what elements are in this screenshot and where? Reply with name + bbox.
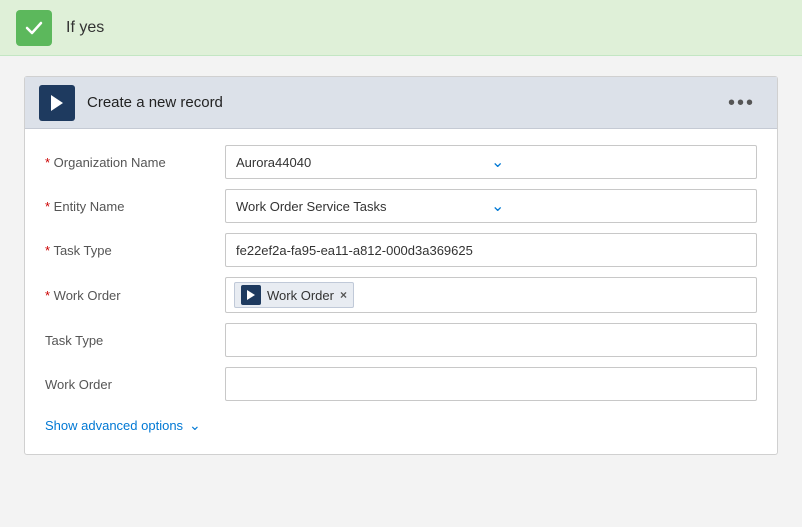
card-header: Create a new record ••• <box>25 77 777 129</box>
organization-name-chevron-icon: ⌄ <box>491 152 746 172</box>
card-action-icon <box>39 85 75 121</box>
task-type-optional-field <box>225 323 757 357</box>
entity-name-value: Work Order Service Tasks <box>236 199 491 214</box>
more-options-button[interactable]: ••• <box>720 89 763 117</box>
task-type-input-container <box>225 233 757 267</box>
entity-name-label: Entity Name <box>45 199 225 214</box>
work-order-optional-label: Work Order <box>45 377 225 392</box>
card: Create a new record ••• Organization Nam… <box>24 76 778 455</box>
work-order-tag-container[interactable]: Work Order × <box>225 277 757 313</box>
task-type-optional-label: Task Type <box>45 333 225 348</box>
organization-name-row: Organization Name Aurora44040 ⌄ <box>45 145 757 179</box>
work-order-tag-close-icon[interactable]: × <box>340 288 347 302</box>
work-order-optional-input[interactable] <box>225 367 757 401</box>
entity-name-field: Work Order Service Tasks ⌄ <box>225 189 757 223</box>
show-advanced-label: Show advanced options <box>45 418 183 433</box>
task-type-input[interactable] <box>236 243 746 258</box>
show-advanced-chevron-icon: ⌄ <box>189 417 201 434</box>
work-order-optional-row: Work Order <box>45 367 757 401</box>
header-title: If yes <box>66 19 104 37</box>
organization-name-value: Aurora44040 <box>236 155 491 170</box>
organization-name-field: Aurora44040 ⌄ <box>225 145 757 179</box>
task-type-required-row: Task Type <box>45 233 757 267</box>
work-order-required-field: Work Order × <box>225 277 757 313</box>
work-order-required-label: Work Order <box>45 288 225 303</box>
card-body: Organization Name Aurora44040 ⌄ Entity N… <box>25 129 777 454</box>
card-title: Create a new record <box>87 94 720 111</box>
work-order-tag: Work Order × <box>234 282 354 308</box>
work-order-optional-field <box>225 367 757 401</box>
check-icon <box>16 10 52 46</box>
entity-name-row: Entity Name Work Order Service Tasks ⌄ <box>45 189 757 223</box>
work-order-tag-icon <box>241 285 261 305</box>
work-order-tag-label: Work Order <box>267 288 334 303</box>
work-order-required-row: Work Order Work Order × <box>45 277 757 313</box>
task-type-optional-row: Task Type <box>45 323 757 357</box>
organization-name-label: Organization Name <box>45 155 225 170</box>
task-type-required-label: Task Type <box>45 243 225 258</box>
task-type-optional-input[interactable] <box>225 323 757 357</box>
entity-name-dropdown[interactable]: Work Order Service Tasks ⌄ <box>225 189 757 223</box>
main-content: Create a new record ••• Organization Nam… <box>0 56 802 475</box>
if-yes-header: If yes <box>0 0 802 56</box>
entity-name-chevron-icon: ⌄ <box>491 196 746 216</box>
show-advanced-button[interactable]: Show advanced options ⌄ <box>45 417 757 434</box>
organization-name-dropdown[interactable]: Aurora44040 ⌄ <box>225 145 757 179</box>
task-type-required-field <box>225 233 757 267</box>
